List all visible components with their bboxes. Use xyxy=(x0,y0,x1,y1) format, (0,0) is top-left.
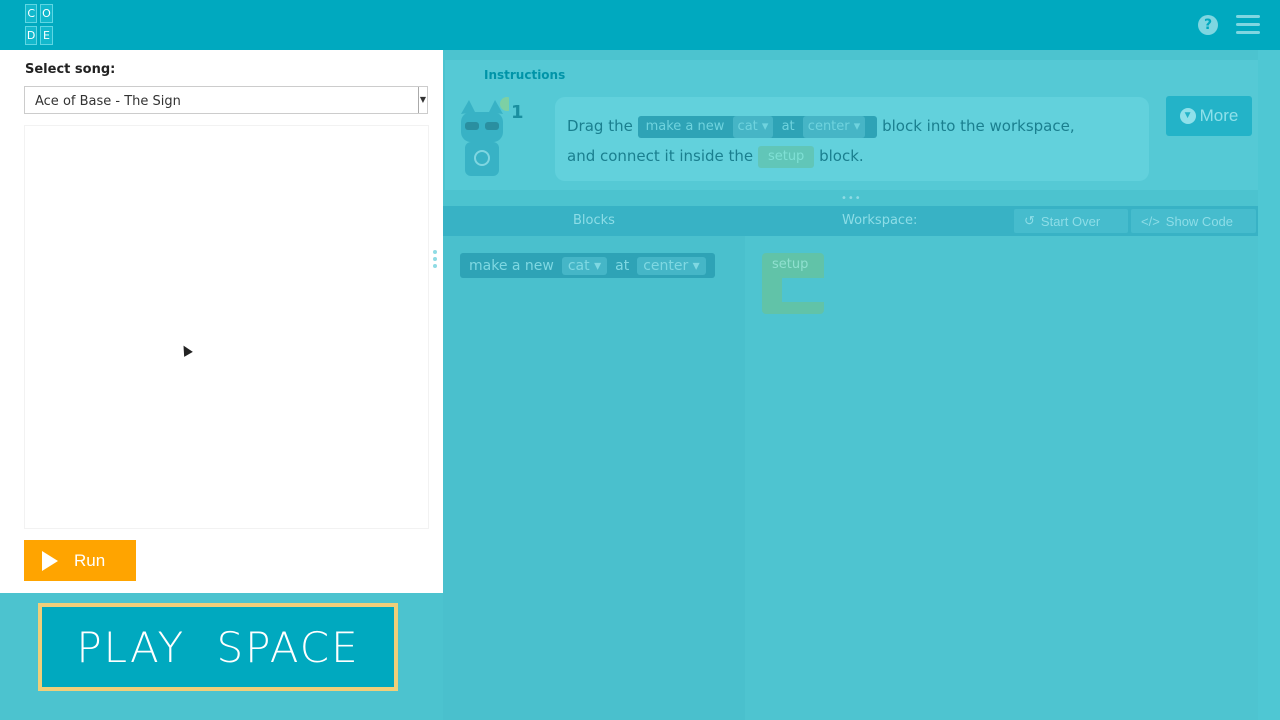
block-at-label: at xyxy=(615,257,630,274)
panel-resize-handle[interactable] xyxy=(433,250,438,270)
workspace-header: Workspace: xyxy=(842,213,918,228)
cat-character-avatar xyxy=(461,97,509,176)
instruction-text: Drag the make a new cat ▾ at center ▾ bl… xyxy=(567,111,1147,171)
run-button[interactable]: Run xyxy=(24,540,136,581)
help-icon[interactable]: ? xyxy=(1198,15,1218,35)
inline-make-block: make a new cat ▾ at center ▾ xyxy=(637,115,878,138)
chevron-down-icon: ▼ xyxy=(1179,108,1196,124)
logo-spacer xyxy=(56,4,68,23)
more-button[interactable]: ▼ More xyxy=(1166,96,1252,136)
instruction-text-before: Drag the xyxy=(567,117,633,135)
inline-setup-block: setup xyxy=(757,145,815,168)
play-icon xyxy=(42,550,58,571)
right-edge xyxy=(1258,50,1280,720)
setup-block[interactable]: setup xyxy=(762,253,824,314)
play-space-banner: PLAY SPACE xyxy=(38,603,398,691)
undo-icon: ↺ xyxy=(1024,213,1035,228)
hamburger-menu-icon[interactable] xyxy=(1236,15,1260,35)
block-make-label: make a new xyxy=(469,257,554,274)
show-code-button[interactable]: </> Show Code xyxy=(1131,209,1256,233)
instructions-area: Instructions 1 Drag the make a new cat ▾… xyxy=(445,60,1258,190)
dance-visualization-canvas[interactable] xyxy=(24,125,429,529)
setup-block-bottom xyxy=(762,302,824,314)
inline-cat-dropdown: cat ▾ xyxy=(732,115,774,138)
instruction-bubble: Drag the make a new cat ▾ at center ▾ bl… xyxy=(555,97,1149,181)
instruction-text-connect: and connect it inside the xyxy=(567,147,754,165)
visualization-panel: Select song: Ace of Base - The Sign ▼ Ru… xyxy=(0,50,443,593)
select-song-label: Select song: xyxy=(25,62,116,77)
instructions-resize-handle[interactable]: ••• xyxy=(841,193,862,204)
logo-letter-c: C xyxy=(25,4,38,23)
code-icon: </> xyxy=(1141,213,1160,229)
show-code-label: Show Code xyxy=(1165,213,1234,229)
top-header: C O D E ? xyxy=(0,0,1280,50)
inline-make-label: make a new xyxy=(645,118,725,134)
sprite-dropdown[interactable]: cat ▾ xyxy=(561,256,608,275)
logo-letter-o: O xyxy=(40,4,53,23)
play-space-text: PLAY SPACE xyxy=(42,607,394,687)
logo-letter-d: D xyxy=(25,26,38,45)
workspace-toolbar: Blocks Workspace: ↺ Start Over </> Show … xyxy=(443,206,1258,236)
more-label: More xyxy=(1199,106,1239,125)
inline-at-label: at xyxy=(781,118,795,134)
setup-block-label: setup xyxy=(762,253,824,278)
chevron-down-icon[interactable]: ▼ xyxy=(418,87,427,113)
location-dropdown[interactable]: center ▾ xyxy=(637,256,706,275)
inline-center-dropdown: center ▾ xyxy=(802,115,866,138)
logo-letter-e: E xyxy=(40,26,53,45)
hint-count: 1 xyxy=(511,102,524,123)
run-label: Run xyxy=(74,550,106,570)
start-over-button[interactable]: ↺ Start Over xyxy=(1014,209,1128,233)
instruction-text-after: block. xyxy=(819,147,864,165)
code-org-logo[interactable]: C O D E xyxy=(25,4,68,45)
selected-song: Ace of Base - The Sign xyxy=(35,94,181,109)
make-new-sprite-block[interactable]: make a new cat ▾ at center ▾ xyxy=(460,253,715,278)
start-over-label: Start Over xyxy=(1040,213,1101,229)
setup-block-arm xyxy=(762,278,782,302)
song-select-dropdown[interactable]: Ace of Base - The Sign ▼ xyxy=(24,86,428,114)
toolbox: make a new cat ▾ at center ▾ xyxy=(443,236,745,720)
workspace[interactable]: setup xyxy=(745,236,1258,720)
blocks-header: Blocks xyxy=(573,213,615,228)
instruction-text-middle: block into the workspace, xyxy=(882,117,1075,135)
logo-spacer xyxy=(56,26,68,45)
tab-instructions[interactable]: Instructions xyxy=(484,68,565,82)
